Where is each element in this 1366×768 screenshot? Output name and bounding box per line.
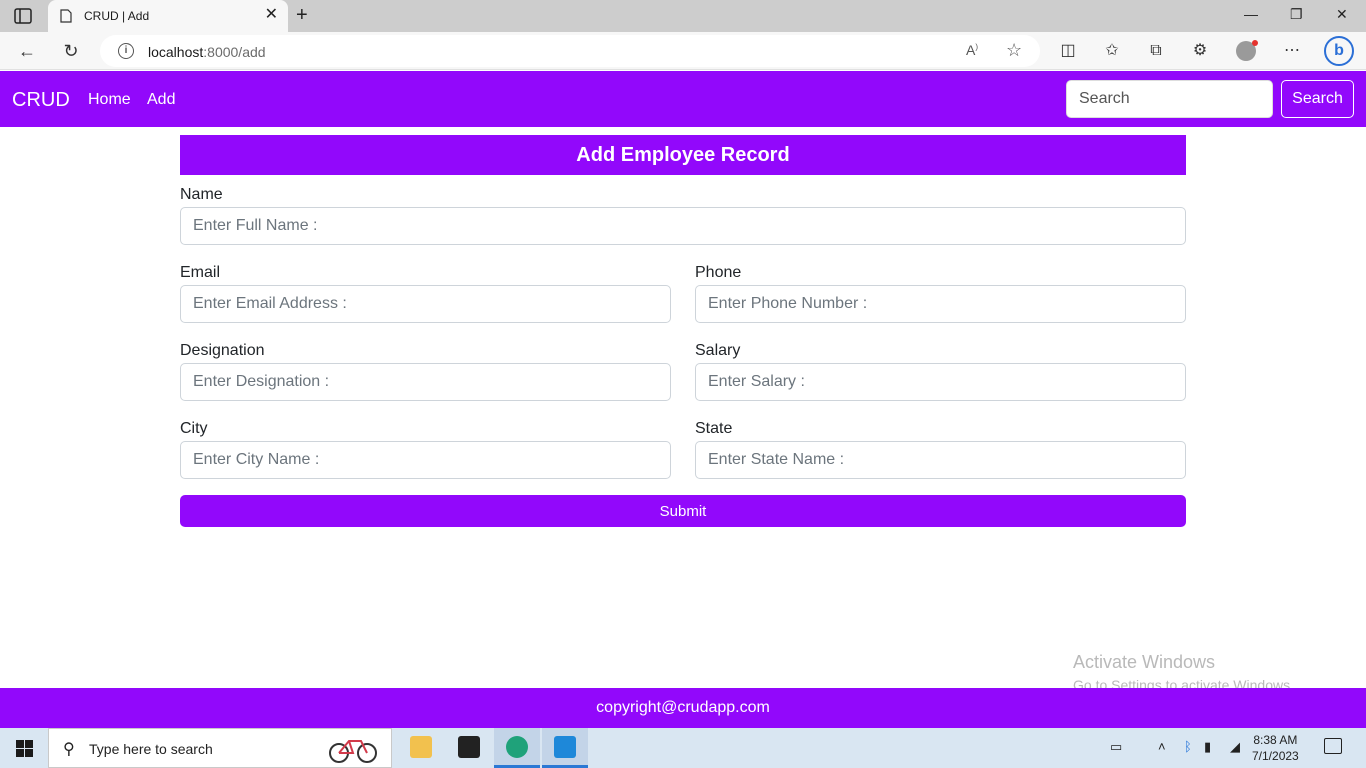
copyright-text: copyright@crudapp.com	[596, 699, 770, 716]
store-icon[interactable]	[446, 728, 492, 768]
activate-windows-watermark: Activate Windows Go to Settings to activ…	[1073, 652, 1294, 693]
site-info-icon[interactable]: i	[118, 43, 134, 59]
vscode-icon[interactable]	[542, 728, 588, 768]
bicycle-icon	[325, 733, 381, 768]
windows-taskbar: ⚲ Type here to search ▭ ˄ ᛒ ▮ ◢ 8:38 AM …	[0, 728, 1366, 768]
search-input[interactable]	[1066, 80, 1273, 118]
state-label: State	[695, 420, 733, 437]
edge-icon[interactable]	[494, 728, 540, 768]
designation-field[interactable]	[180, 363, 671, 401]
close-window-button[interactable]: ✕	[1336, 6, 1348, 23]
designation-label: Designation	[180, 342, 265, 359]
minimize-button[interactable]: —	[1244, 6, 1258, 22]
tab-title: CRUD | Add	[84, 9, 150, 23]
system-clock[interactable]: 8:38 AM 7/1/2023	[1252, 732, 1299, 764]
new-tab-button[interactable]: +	[296, 5, 308, 25]
city-field[interactable]	[180, 441, 671, 479]
state-field[interactable]	[695, 441, 1186, 479]
favorites-icon[interactable]: ✩	[1101, 40, 1123, 62]
footer: copyright@crudapp.com	[0, 688, 1366, 728]
search-button[interactable]: Search	[1281, 80, 1354, 118]
refresh-icon[interactable]: ↻	[60, 40, 82, 62]
close-tab-icon[interactable]: ✕	[265, 7, 278, 23]
keyboard-icon[interactable]: ▭	[1110, 739, 1122, 755]
name-field[interactable]	[180, 207, 1186, 245]
network-icon[interactable]: ◢	[1230, 739, 1240, 755]
clock-time: 8:38 AM	[1253, 733, 1298, 747]
bing-icon[interactable]: b	[1324, 36, 1354, 66]
show-hidden-icons-chevron-icon[interactable]: ˄	[1158, 739, 1166, 754]
app-navbar: CRUD Home Add Search	[0, 71, 1366, 127]
submit-button[interactable]: Submit	[180, 495, 1186, 527]
notification-dot	[1252, 40, 1258, 46]
browser-toolbar: ← ↻ i localhost:8000/add A) ☆ ◫ ✩ ⧉ ⚙ ⋯ …	[0, 32, 1366, 70]
watermark-title: Activate Windows	[1073, 652, 1216, 672]
search-icon: ⚲	[63, 741, 75, 758]
taskbar-search-box[interactable]: ⚲ Type here to search	[48, 728, 392, 768]
browser-tab-bar: CRUD | Add ✕ + — ❐ ✕	[0, 0, 1366, 32]
email-label: Email	[180, 264, 221, 281]
phone-label: Phone	[695, 264, 742, 281]
split-screen-icon[interactable]: ◫	[1057, 40, 1079, 62]
extensions-icon[interactable]: ⚙	[1189, 40, 1211, 62]
nav-link-home[interactable]: Home	[88, 91, 131, 109]
page-icon	[60, 9, 72, 28]
name-label: Name	[180, 186, 223, 203]
back-arrow-icon[interactable]: ←	[16, 40, 38, 62]
form-title: Add Employee Record	[180, 135, 1186, 175]
city-label: City	[180, 420, 208, 437]
email-field[interactable]	[180, 285, 671, 323]
battery-icon[interactable]: ▮	[1204, 739, 1211, 755]
read-aloud-icon[interactable]: A)	[966, 42, 978, 58]
taskbar-search-placeholder: Type here to search	[89, 741, 213, 757]
url-text[interactable]: localhost:8000/add	[148, 44, 266, 60]
browser-tab[interactable]: CRUD | Add ✕	[48, 0, 288, 32]
salary-field[interactable]	[695, 363, 1186, 401]
more-icon[interactable]: ⋯	[1281, 40, 1303, 62]
url-host: localhost	[148, 44, 204, 60]
phone-field[interactable]	[695, 285, 1186, 323]
brand-logo[interactable]: CRUD	[12, 89, 70, 112]
file-explorer-icon[interactable]	[398, 728, 444, 768]
tab-actions-icon[interactable]	[14, 8, 32, 24]
nav-link-add[interactable]: Add	[147, 91, 175, 109]
bluetooth-icon[interactable]: ᛒ	[1184, 739, 1192, 754]
salary-label: Salary	[695, 342, 741, 359]
url-path: :8000/add	[203, 44, 266, 60]
collections-icon[interactable]: ⧉	[1145, 40, 1167, 62]
address-bar[interactable]: i localhost:8000/add A) ☆	[100, 35, 1040, 67]
add-favorite-icon[interactable]: ☆	[1006, 40, 1022, 61]
notification-center-icon[interactable]	[1324, 738, 1342, 754]
windows-start-icon[interactable]	[16, 740, 33, 757]
maximize-button[interactable]: ❐	[1290, 6, 1303, 23]
clock-date: 7/1/2023	[1252, 749, 1299, 763]
